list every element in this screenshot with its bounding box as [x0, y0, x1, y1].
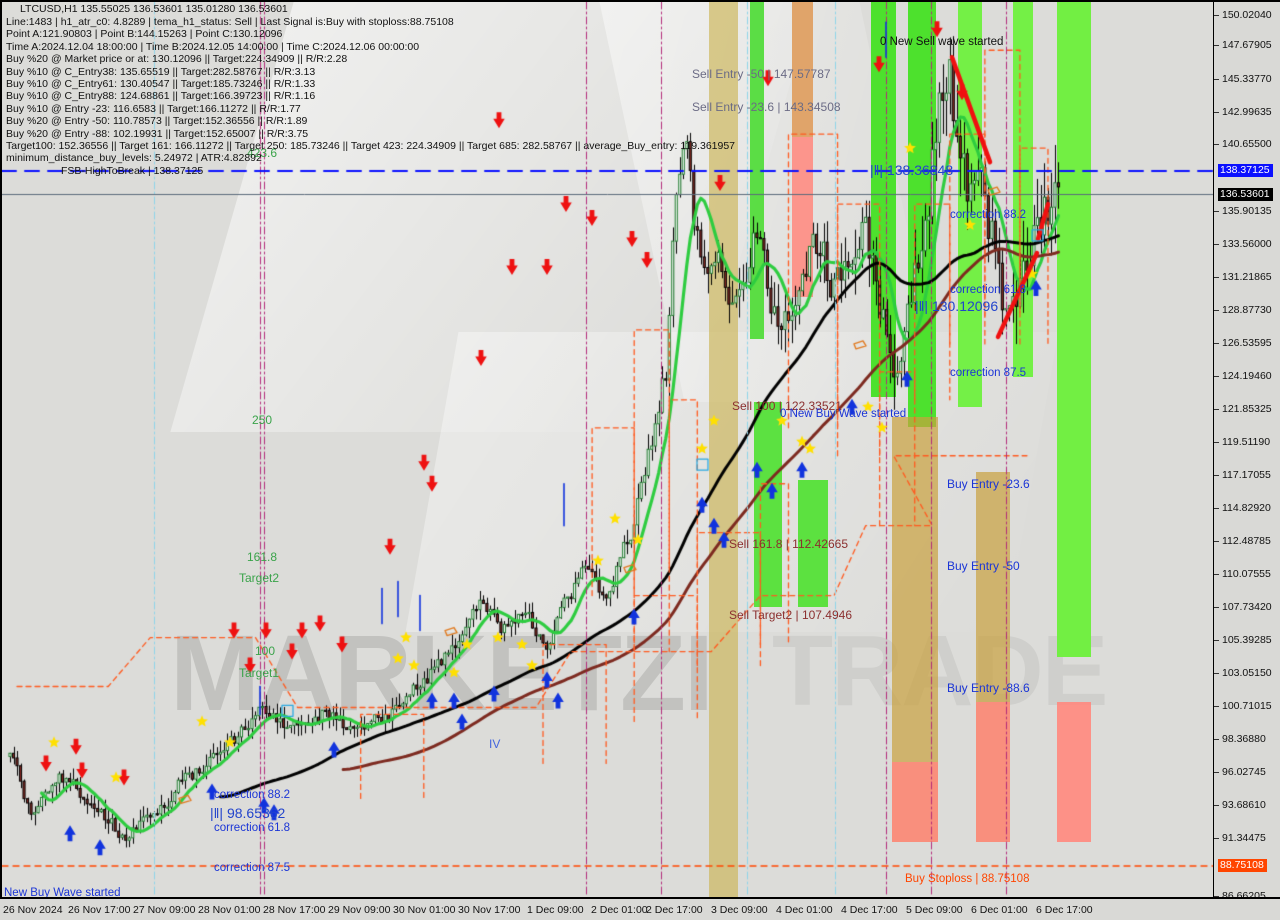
new-buy-wave-mid: 0 New Buy Wave started [780, 408, 907, 420]
price-130: |‖| 130.12096 [915, 298, 999, 314]
time-tick: 1 Dec 09:00 [527, 904, 584, 916]
time-tick: 3 Dec 09:00 [711, 904, 768, 916]
chart-plot-area[interactable]: MARKETZI TRADE Sell Entry -50 | 147.5778… [0, 0, 1213, 897]
price-tick: 121.85325 [1214, 404, 1280, 414]
new-buy-wave-left: New Buy Wave started [4, 887, 121, 897]
price-tick: 100.71015 [1214, 701, 1280, 711]
price-tick: 140.65500 [1214, 139, 1280, 149]
price-tick: 103.05150 [1214, 668, 1280, 678]
price-axis[interactable]: 150.02040 147.67905 145.33770 142.99635 140.… [1213, 0, 1280, 901]
price-tick: 133.56000 [1214, 239, 1280, 249]
price-tick: 93.68610 [1214, 800, 1280, 810]
price-tick: 128.87730 [1214, 305, 1280, 315]
price-tick: 119.51190 [1214, 437, 1280, 447]
price-tick: 107.73420 [1214, 602, 1280, 612]
buy-entry-886: Buy Entry -88.6 [947, 681, 1030, 695]
time-tick: 2 Dec 17:00 [646, 904, 703, 916]
price-tick: 96.02745 [1214, 767, 1280, 777]
price-tick: 114.82920 [1214, 503, 1280, 513]
price-tick: 131.21865 [1214, 272, 1280, 282]
time-tick: 30 Nov 01:00 [393, 904, 456, 916]
target2-label: Target2 [239, 571, 280, 585]
time-axis[interactable]: 26 Nov 2024 26 Nov 17:00 27 Nov 09:00 28 No… [0, 897, 1280, 920]
time-tick: 2 Dec 01:00 [591, 904, 648, 916]
price-138: |‖| 138.36848 [870, 162, 954, 178]
time-tick: 30 Nov 17:00 [458, 904, 521, 916]
fib-250: 250 [252, 413, 273, 427]
time-tick: 6 Dec 01:00 [971, 904, 1028, 916]
correction-61-8-right: correction 61.8 [950, 284, 1027, 296]
sell-1618: Sell 161.8 | 112.42665 [729, 537, 848, 551]
price-series-canvas [2, 2, 1213, 897]
price-tick: 117.17055 [1214, 470, 1280, 480]
buy-stoploss: Buy Stoploss | 88.75108 [905, 873, 1030, 885]
time-tick: 29 Nov 09:00 [328, 904, 391, 916]
sell-entry-236: Sell Entry -23.6 | 143.34508 [692, 100, 841, 114]
buy-entry-50: Buy Entry -50 [947, 559, 1020, 573]
time-tick: 27 Nov 09:00 [133, 904, 196, 916]
correction-87-5-left: correction 87.5 [214, 862, 291, 874]
fib-1618: 161.8 [247, 550, 278, 564]
price-tick: 124.19460 [1214, 371, 1280, 381]
price-98: |‖| 98.65362 [210, 805, 286, 821]
price-tick: 126.53595 [1214, 338, 1280, 348]
target1-label: Target1 [239, 666, 280, 680]
price-tick: 135.90135 [1214, 206, 1280, 216]
price-highlight-88-75108: 88.75108 [1218, 859, 1267, 872]
price-tick: 112.48785 [1214, 536, 1280, 546]
price-tick: 147.67905 [1214, 40, 1280, 50]
price-tick: 91.34475 [1214, 833, 1280, 843]
time-tick: 28 Nov 01:00 [198, 904, 261, 916]
time-tick: 4 Dec 01:00 [776, 904, 833, 916]
time-tick: 26 Nov 17:00 [68, 904, 131, 916]
correction-88-2-left: correction 88.2 [214, 789, 291, 801]
price-tick: 150.02040 [1214, 10, 1280, 20]
price-highlight-138-37125: 138.37125 [1218, 164, 1273, 177]
correction-88-2-right: correction 88.2 [950, 209, 1027, 221]
correction-87-5-right: correction 87.5 [950, 367, 1027, 379]
price-tick: 142.99635 [1214, 107, 1280, 117]
price-tick: 98.36880 [1214, 734, 1280, 744]
time-tick: 28 Nov 17:00 [263, 904, 326, 916]
price-tick: 110.07555 [1214, 569, 1280, 579]
time-tick: 26 Nov 2024 [3, 904, 63, 916]
price-tick: 105.39285 [1214, 635, 1280, 645]
wave-iv: IV [489, 737, 501, 751]
time-tick: 6 Dec 17:00 [1036, 904, 1093, 916]
chart-window: MARKETZI TRADE Sell Entry -50 | 147.5778… [0, 0, 1280, 920]
time-tick: 5 Dec 09:00 [906, 904, 963, 916]
sell-target2: Sell Target2 | 107.4946 [729, 608, 852, 622]
time-tick: 4 Dec 17:00 [841, 904, 898, 916]
sell-entry-50: Sell Entry -50 | 147.57787 [692, 67, 831, 81]
buy-entry-236: Buy Entry -23.6 [947, 477, 1030, 491]
fib-100: 100 [255, 644, 276, 658]
price-highlight-136-53601: 136.53601 [1218, 188, 1273, 201]
price-tick: 145.33770 [1214, 74, 1280, 84]
new-sell-wave: 0 New Sell wave started [880, 36, 1004, 48]
fib-4236: 423.6 [247, 146, 278, 160]
correction-61-8-left: correction 61.8 [214, 822, 291, 834]
